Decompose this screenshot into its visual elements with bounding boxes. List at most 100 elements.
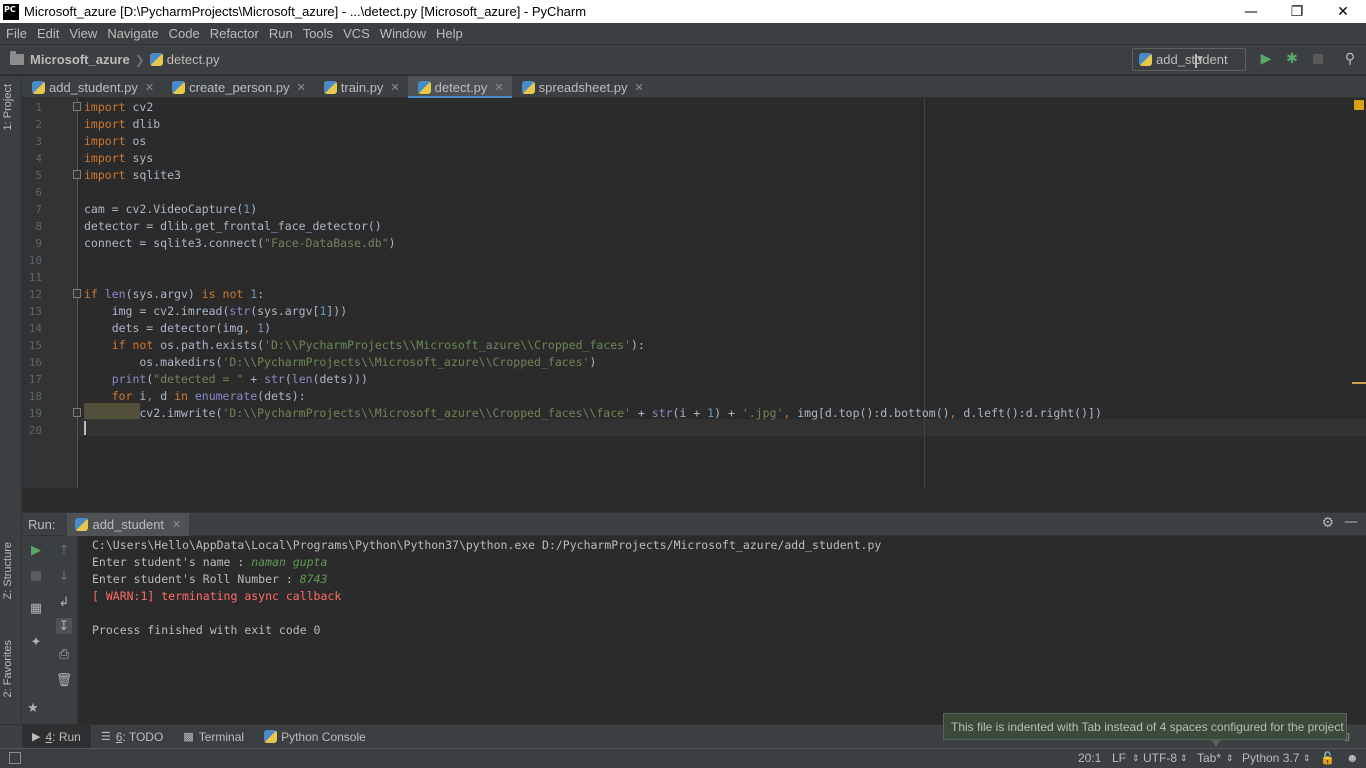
- pin-icon[interactable]: ✦: [28, 634, 44, 650]
- tool-tab-terminal[interactable]: ▩ Terminal: [173, 725, 254, 749]
- breadcrumb-file[interactable]: detect.py: [167, 52, 220, 67]
- tool-tab-label: : Run: [52, 729, 81, 744]
- menu-edit[interactable]: Edit: [32, 26, 64, 41]
- chevron-updown-icon: ⇕: [1226, 753, 1234, 763]
- tool-tab-todo[interactable]: ☰ 6: TODO: [91, 725, 173, 749]
- inspection-warning-icon[interactable]: [1354, 100, 1364, 110]
- navigation-bar: Microsoft_azure ❯ detect.py add_student …: [0, 45, 1366, 75]
- tab-create-person[interactable]: create_person.py ✕: [162, 76, 314, 98]
- indent-tooltip: This file is indented with Tab instead o…: [943, 713, 1347, 740]
- code-editor[interactable]: 1 2 3 4 5 6 7 8 9 10 11 12 13 14 15 16 1…: [22, 98, 1366, 488]
- menu-code[interactable]: Code: [164, 26, 205, 41]
- run-console[interactable]: C:\Users\Hello\AppData\Local\Programs\Py…: [79, 536, 1366, 724]
- close-tab-icon[interactable]: ✕: [145, 81, 154, 94]
- right-margin-guide: [924, 98, 925, 488]
- star-icon[interactable]: ★: [25, 700, 41, 716]
- stop-icon[interactable]: [28, 568, 44, 584]
- menu-vcs[interactable]: VCS: [338, 26, 375, 41]
- menu-window[interactable]: Window: [375, 26, 431, 41]
- run-tab-add-student[interactable]: add_student ✕: [67, 512, 190, 536]
- scroll-to-end-icon[interactable]: ↧: [56, 618, 72, 634]
- favorites-tool-tab[interactable]: 2: Favorites: [2, 640, 14, 697]
- stop-icon[interactable]: [1310, 51, 1326, 67]
- tab-train[interactable]: train.py ✕: [314, 76, 408, 98]
- menu-navigate[interactable]: Navigate: [102, 26, 163, 41]
- close-tab-icon[interactable]: ✕: [494, 81, 503, 94]
- code-line: os.makedirs('D:\\PycharmProjects\\Micros…: [84, 355, 597, 369]
- menu-tools[interactable]: Tools: [298, 26, 338, 41]
- line-number: 19: [28, 407, 42, 420]
- search-icon[interactable]: ⚲: [1342, 51, 1358, 67]
- tab-spreadsheet[interactable]: spreadsheet.py ✕: [512, 76, 652, 98]
- inspector-icon[interactable]: ☻: [1346, 751, 1359, 765]
- breadcrumb-project[interactable]: Microsoft_azure: [30, 52, 130, 67]
- file-encoding[interactable]: UTF-8: [1143, 751, 1177, 765]
- lock-icon[interactable]: 🔓: [1320, 751, 1335, 765]
- structure-tool-tab[interactable]: Z: Structure: [2, 542, 14, 599]
- run-tab-label: add_student: [92, 516, 165, 532]
- restore-icon[interactable]: ❐: [1274, 0, 1320, 23]
- scrollbar-marker[interactable]: [1352, 382, 1366, 384]
- console-prompt: Enter student's name :: [92, 555, 252, 569]
- minimize-icon[interactable]: —: [1228, 0, 1274, 23]
- project-tool-tab[interactable]: 1: Project: [2, 84, 14, 130]
- run-panel-label: Run:: [28, 516, 56, 532]
- python-file-icon: [417, 80, 431, 94]
- layout-icon[interactable]: ▦: [28, 600, 44, 616]
- fold-marker-icon[interactable]: [73, 289, 81, 298]
- caret-position[interactable]: 20:1: [1078, 751, 1101, 765]
- code-line: print("detected = " + str(len(dets))): [111, 372, 368, 386]
- line-separator[interactable]: LF: [1112, 751, 1126, 765]
- fold-marker-icon[interactable]: [73, 408, 81, 417]
- rerun-icon[interactable]: ▶: [28, 542, 44, 558]
- line-number: 13: [28, 305, 42, 318]
- run-toolbar: ▶ ↑ ↓ ▦ ↲ ↧ ✦ ⎙ 🗑 ★: [22, 536, 78, 724]
- print-icon[interactable]: ⎙: [56, 646, 72, 662]
- tool-windows-toggle-icon[interactable]: [9, 752, 21, 764]
- code-line: if len(sys.argv) is not 1:: [84, 287, 265, 301]
- python-interpreter[interactable]: Python 3.7: [1242, 751, 1299, 765]
- gear-icon[interactable]: ⚙: [1321, 515, 1334, 531]
- menu-help[interactable]: Help: [431, 26, 468, 41]
- tab-detect[interactable]: detect.py ✕: [407, 76, 512, 99]
- close-tab-icon[interactable]: ✕: [635, 81, 644, 94]
- line-number: 17: [28, 373, 42, 386]
- chevron-down-icon: ▼: [1195, 54, 1205, 68]
- run-panel-header: Run: add_student ✕ ⚙ —: [22, 512, 1366, 536]
- close-icon[interactable]: ✕: [1320, 0, 1366, 23]
- tool-tab-label: Terminal: [198, 729, 245, 744]
- close-tab-icon[interactable]: ✕: [390, 81, 399, 94]
- arrow-up-icon[interactable]: ↑: [56, 542, 72, 558]
- menu-bar: File Edit View Navigate Code Refactor Ru…: [0, 23, 1366, 45]
- code-line: connect = sqlite3.connect("Face-DataBase…: [84, 236, 396, 250]
- run-icon[interactable]: ▶: [1258, 51, 1274, 67]
- soft-wrap-icon[interactable]: ↲: [56, 594, 72, 610]
- line-number: 16: [28, 356, 42, 369]
- menu-file[interactable]: File: [0, 26, 32, 41]
- arrow-down-icon[interactable]: ↓: [56, 568, 72, 584]
- current-line-highlight: [79, 419, 1366, 436]
- debug-icon[interactable]: ✱: [1284, 51, 1300, 67]
- close-tab-icon[interactable]: ✕: [172, 518, 181, 531]
- menu-view[interactable]: View: [64, 26, 102, 41]
- tab-add-student[interactable]: add_student.py ✕: [22, 76, 162, 98]
- line-number: 11: [28, 271, 42, 284]
- line-number: 18: [28, 390, 42, 403]
- close-tab-icon[interactable]: ✕: [297, 81, 306, 94]
- tool-tab-python-console[interactable]: Python Console: [254, 725, 376, 749]
- menu-refactor[interactable]: Refactor: [205, 26, 264, 41]
- run-configuration-select[interactable]: add_student ▼: [1132, 48, 1246, 71]
- menu-run[interactable]: Run: [264, 26, 298, 41]
- tool-tab-run[interactable]: ▶ 4: Run: [22, 724, 91, 749]
- line-number: 1: [35, 101, 42, 114]
- fold-marker-icon[interactable]: [73, 102, 81, 111]
- code-line: detector = dlib.get_frontal_face_detecto…: [84, 219, 382, 233]
- fold-marker-icon[interactable]: [73, 170, 81, 179]
- trash-icon[interactable]: 🗑: [56, 672, 73, 688]
- indent-setting[interactable]: Tab*: [1197, 751, 1221, 765]
- code-line: cam = cv2.VideoCapture(1): [84, 202, 258, 216]
- hide-panel-icon[interactable]: —: [1344, 514, 1358, 530]
- window-controls: — ❐ ✕: [1228, 0, 1366, 23]
- editor-tabs: add_student.py ✕ create_person.py ✕ trai…: [22, 76, 1366, 99]
- run-icon: ▶: [32, 731, 41, 743]
